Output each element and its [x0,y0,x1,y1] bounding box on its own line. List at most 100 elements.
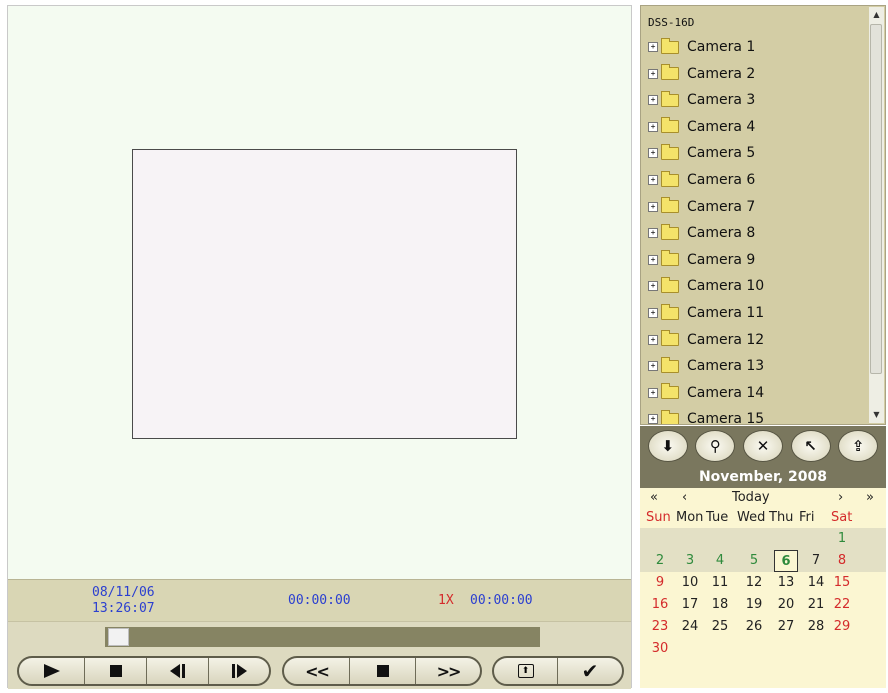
calendar-day[interactable]: 11 [708,572,732,594]
step-forward-button[interactable] [209,658,269,684]
tree-scrollbar[interactable]: ▲ ▼ [869,7,884,423]
search-person-button[interactable]: ⚲ [695,430,736,462]
calendar-day[interactable]: 20 [774,594,798,616]
expand-icon[interactable]: + [648,414,658,424]
confirm-button[interactable]: ✔ [558,658,622,684]
tree-item-label: Camera 14 [687,384,765,401]
calendar-day[interactable]: 17 [678,594,702,616]
stop-icon [109,665,122,677]
fast-forward-button[interactable]: >> [416,658,480,684]
tree-item-camera[interactable]: + Camera 1 [648,36,755,58]
expand-icon[interactable]: + [648,148,658,159]
export-button[interactable]: ⇪ [838,430,879,462]
confirm-icon: ✔ [581,659,599,683]
calendar-day[interactable]: 1 [830,528,854,550]
calendar-day[interactable]: 21 [804,594,828,616]
tree-root-label[interactable]: DSS-16D [648,16,694,29]
next-year-button[interactable]: » [866,490,874,505]
weekday-label: Sun [646,510,671,525]
snapshot-button[interactable]: ⬆ [494,658,558,684]
expand-icon[interactable]: + [648,334,658,345]
folder-icon [661,64,679,81]
tree-item-camera[interactable]: + Camera 15 [648,408,764,424]
expand-icon[interactable]: + [648,387,658,398]
expand-icon[interactable]: + [648,308,658,318]
calendar-day[interactable]: 29 [830,616,854,638]
seek-thumb[interactable] [108,628,129,646]
tree-item-camera[interactable]: + Camera 10 [648,275,764,297]
tree-item-camera[interactable]: + Camera 6 [648,169,755,191]
calendar-day[interactable]: 15 [830,572,854,594]
expand-icon[interactable]: + [648,361,658,372]
prev-year-button[interactable]: « [650,490,658,505]
scroll-down-icon[interactable]: ▼ [869,407,884,423]
calendar-day[interactable]: 26 [742,616,766,638]
snapshot-icon: ⬆ [517,664,534,678]
calendar-day[interactable]: 22 [830,594,854,616]
calendar-week-row: 9 10 11 12 13 14 15 [640,572,886,594]
calendar-day[interactable]: 28 [804,616,828,638]
expand-icon[interactable]: + [648,281,658,292]
calendar-day[interactable]: 2 [648,550,672,572]
video-viewport[interactable] [132,149,517,439]
stop-button[interactable] [85,658,147,684]
tree-item-camera[interactable]: + Camera 12 [648,329,764,351]
calendar-week-row: 30 [640,638,886,660]
download-button[interactable]: ⬇ [647,430,688,462]
scroll-up-icon[interactable]: ▲ [869,7,884,23]
calendar-day[interactable]: 7 [804,550,828,572]
scroll-thumb[interactable] [870,24,882,374]
calendar-day[interactable]: 5 [742,550,766,572]
play-button[interactable] [19,658,85,684]
calendar-day[interactable]: 9 [648,572,672,594]
calendar-day[interactable]: 24 [678,616,702,638]
expand-icon[interactable]: + [648,254,658,265]
tree-item-camera[interactable]: + Camera 8 [648,222,755,244]
today-button[interactable]: Today [732,490,770,505]
step-back-button[interactable] [147,658,209,684]
tree-item-camera[interactable]: + Camera 5 [648,142,755,164]
tree-item-camera[interactable]: + Camera 11 [648,302,764,324]
tree-item-camera[interactable]: + Camera 9 [648,249,755,271]
expand-icon[interactable]: + [648,95,658,106]
back-button[interactable]: ↖ [790,430,831,462]
delete-button[interactable]: ✕ [742,430,783,462]
tree-item-camera[interactable]: + Camera 13 [648,355,764,377]
tree-item-camera[interactable]: + Camera 3 [648,89,755,111]
next-month-button[interactable]: › [838,490,843,505]
calendar-day[interactable]: 6 [774,550,798,572]
calendar-day[interactable]: 30 [648,638,672,660]
rewind-button[interactable]: << [284,658,350,684]
calendar-day[interactable]: 3 [678,550,702,572]
expand-icon[interactable]: + [648,175,658,185]
tree-item-camera[interactable]: + Camera 7 [648,196,755,218]
calendar-day[interactable]: 27 [774,616,798,638]
expand-icon[interactable]: + [648,201,658,212]
expand-icon[interactable]: + [648,121,658,132]
calendar: November, 2008 « ‹ Today › » Sun Mon Tue We… [640,466,886,688]
tree-item-label: Camera 10 [687,278,765,295]
tree-item-camera[interactable]: + Camera 2 [648,63,755,85]
tree-item-camera[interactable]: + Camera 14 [648,382,764,404]
calendar-day[interactable]: 8 [830,550,854,572]
tree-item-camera[interactable]: + Camera 4 [648,116,755,138]
playback-info-bar: 08/11/06 13:26:07 00:00:00 1X 00:00:00 [8,579,631,622]
calendar-day[interactable]: 18 [708,594,732,616]
calendar-day[interactable]: 13 [774,572,798,594]
seek-track[interactable] [105,627,540,647]
tree-item-label: Camera 8 [687,225,756,242]
calendar-week-row: 23 24 25 26 27 28 29 [640,616,886,638]
calendar-day[interactable]: 14 [804,572,828,594]
expand-icon[interactable]: + [648,228,658,239]
prev-month-button[interactable]: ‹ [682,490,687,505]
calendar-day[interactable]: 16 [648,594,672,616]
calendar-day[interactable]: 23 [648,616,672,638]
calendar-day[interactable]: 12 [742,572,766,594]
expand-icon[interactable]: + [648,42,658,52]
calendar-day[interactable]: 19 [742,594,766,616]
calendar-day[interactable]: 25 [708,616,732,638]
calendar-day[interactable]: 4 [708,550,732,572]
seek-stop-button[interactable] [350,658,416,684]
calendar-day[interactable]: 10 [678,572,702,594]
expand-icon[interactable]: + [648,68,658,79]
